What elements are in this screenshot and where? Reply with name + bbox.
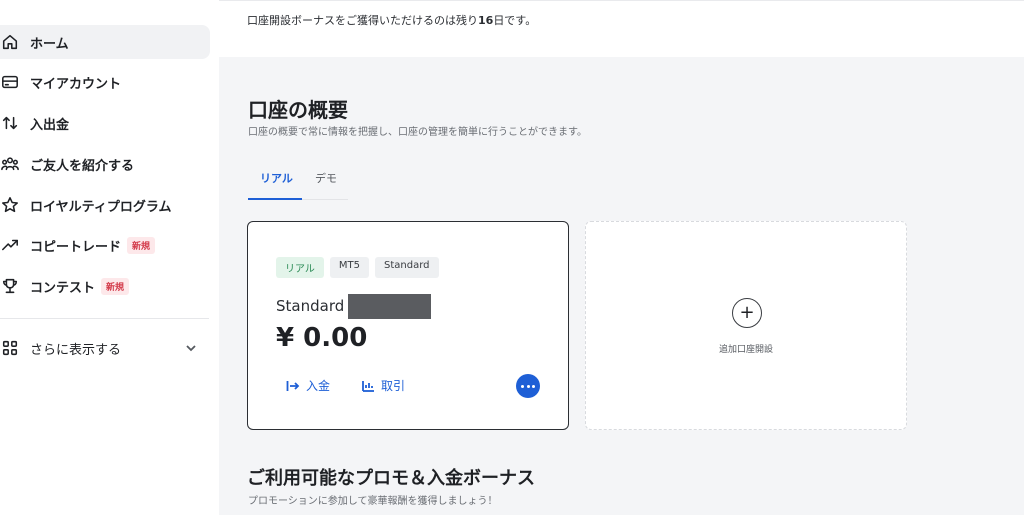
account-name: Standard <box>276 297 345 315</box>
account-card[interactable]: リアル MT5 Standard Standard ¥ 0.00 入金 取引 <box>247 221 569 430</box>
sidebar-item-contest[interactable]: コンテスト 新規 <box>0 269 210 303</box>
sidebar-item-loyalty[interactable]: ロイヤルティプログラム <box>0 188 210 222</box>
chip-type: Standard <box>375 257 439 278</box>
new-badge: 新規 <box>101 277 130 295</box>
trade-label: 取引 <box>381 379 406 393</box>
sidebar-item-label: さらに表示する <box>30 342 122 358</box>
sidebar: ホーム マイアカウント 入出金 ご友人を紹介する ロイヤルティプログラム コピー… <box>0 0 219 515</box>
bonus-days: 16 <box>478 14 494 27</box>
more-options-button[interactable] <box>516 374 540 398</box>
account-balance: ¥ 0.00 <box>276 323 368 353</box>
more-dot-icon <box>531 384 535 388</box>
tab-real[interactable]: リアル <box>260 170 293 186</box>
promo-title: ご利用可能なプロモ＆入金ボーナス <box>247 468 535 489</box>
chip-platform: MT5 <box>329 257 370 278</box>
sidebar-item-my-account[interactable]: マイアカウント <box>0 65 210 99</box>
chevron-down-icon <box>184 340 198 354</box>
page-subtitle: 口座の概要で常に情報を把握し、口座の管理を簡単に行うことができます。 <box>248 127 587 138</box>
sidebar-item-copy-trade[interactable]: コピートレード 新規 <box>0 228 210 262</box>
sidebar-item-label: ホーム <box>30 36 69 52</box>
more-dot-icon <box>526 384 530 388</box>
chip-real: リアル <box>276 257 324 278</box>
sidebar-show-more[interactable]: さらに表示する <box>0 331 210 365</box>
add-account-label: 追加口座開設 <box>718 345 773 355</box>
sidebar-item-deposit-withdraw[interactable]: 入出金 <box>0 106 210 140</box>
trade-button[interactable]: 取引 <box>361 377 405 394</box>
sidebar-item-label: ご友人を紹介する <box>30 158 135 174</box>
deposit-button[interactable]: 入金 <box>286 377 330 394</box>
sidebar-item-label: コピートレード <box>30 239 122 255</box>
bonus-banner-text: 口座開設ボーナスをご獲得いただけるのは残り16日です。 <box>247 14 537 27</box>
sidebar-divider <box>0 318 209 319</box>
sidebar-item-label: コンテスト <box>30 280 96 296</box>
tab-underline <box>248 198 302 200</box>
page-title: 口座の概要 <box>248 98 348 122</box>
grid-icon <box>0 338 20 358</box>
wallet-icon <box>0 72 20 92</box>
sidebar-item-label: マイアカウント <box>30 76 122 92</box>
tab-demo[interactable]: デモ <box>315 170 337 186</box>
sidebar-item-home[interactable]: ホーム <box>0 25 210 59</box>
bonus-banner: 口座開設ボーナスをご獲得いただけるのは残り16日です。 <box>219 0 1024 57</box>
account-chips: リアル MT5 Standard <box>276 257 439 278</box>
home-icon <box>0 32 20 52</box>
add-account-card[interactable]: + 追加口座開設 <box>585 221 907 430</box>
star-icon <box>0 195 20 215</box>
sidebar-item-label: ロイヤルティプログラム <box>30 199 172 215</box>
deposit-arrow-icon <box>286 380 300 391</box>
trophy-icon <box>0 276 20 296</box>
more-dot-icon <box>521 384 525 388</box>
new-badge: 新規 <box>127 236 156 254</box>
transfer-arrows-icon <box>0 113 20 133</box>
chart-bars-icon <box>362 380 374 392</box>
sidebar-item-refer-friends[interactable]: ご友人を紹介する <box>0 147 210 181</box>
trend-up-icon <box>0 235 20 255</box>
account-tabs: リアル デモ <box>248 160 348 200</box>
users-icon <box>0 154 20 174</box>
sidebar-item-label: 入出金 <box>30 117 70 133</box>
redacted-account-number <box>348 294 431 319</box>
deposit-label: 入金 <box>306 379 331 393</box>
promo-subtitle: プロモーションに参加して豪華報酬を獲得しましょう！ <box>248 496 498 507</box>
plus-icon: + <box>732 298 762 328</box>
